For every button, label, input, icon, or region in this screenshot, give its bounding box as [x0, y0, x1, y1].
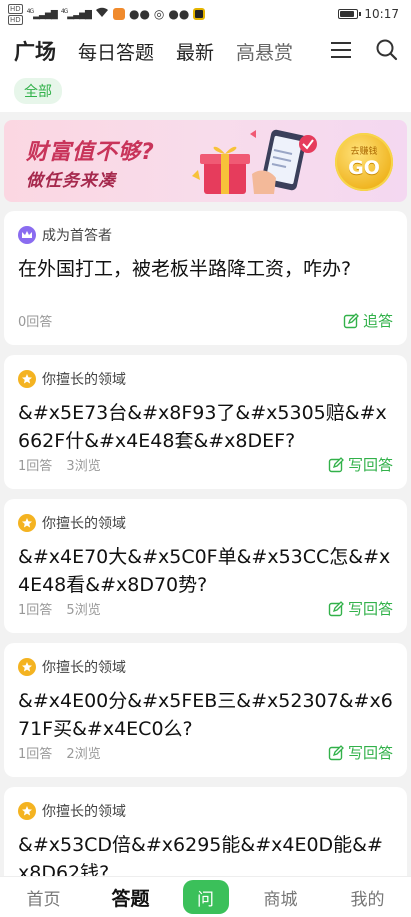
answer-count: 0回答	[18, 315, 53, 330]
card-tag: 你擅长的领域	[42, 804, 126, 820]
question-title[interactable]: &#x4E00分&#x5FEB三&#x52307&#x671F买&#x4EC0么…	[18, 687, 393, 743]
network-type-2: 4G	[60, 8, 69, 15]
go-label: GO	[348, 157, 380, 179]
view-count: 2浏览	[66, 747, 101, 762]
tab-high-reward[interactable]: 高悬赏	[236, 38, 293, 65]
promo-banner[interactable]: 财富值不够? 做任务来凑 去赚钱 GO	[4, 120, 407, 202]
question-card[interactable]: 你擅长的领域 &#x4E00分&#x5FEB三&#x52307&#x671F买&…	[4, 643, 407, 777]
answer-count: 1回答	[18, 603, 53, 618]
tab-daily-answer[interactable]: 每日答题	[78, 38, 154, 65]
nav-home[interactable]: 首页	[9, 885, 79, 910]
gift-phone-illustration	[190, 124, 330, 202]
question-card[interactable]: 你擅长的领域 &#x4E70大&#x5C0F单&#x53CC怎&#x4E48看&…	[4, 499, 407, 633]
question-title[interactable]: &#x4E70大&#x5C0F单&#x53CC怎&#x4E48看&#x8D70势…	[18, 543, 393, 599]
action-label: 写回答	[347, 744, 393, 762]
view-count: 5浏览	[66, 603, 101, 618]
banner-subline: 做任务来凑	[26, 171, 116, 191]
action-label: 写回答	[347, 456, 393, 474]
tab-latest[interactable]: 最新	[176, 38, 214, 65]
crown-icon	[18, 226, 36, 244]
bottom-nav: 首页 答题 问 商城 我的	[0, 876, 411, 917]
chat-icon: ●●	[168, 7, 190, 21]
card-tag: 成为首答者	[42, 228, 112, 244]
edit-icon	[328, 744, 344, 760]
battery-icon	[338, 9, 362, 19]
follow-answer-button[interactable]: 追答	[343, 310, 393, 331]
answer-count: 1回答	[18, 459, 53, 474]
card-tag: 你擅长的领域	[42, 660, 126, 676]
action-label: 追答	[362, 312, 393, 330]
nav-answer[interactable]: 答题	[96, 884, 166, 911]
star-icon	[18, 802, 36, 820]
action-label: 写回答	[347, 600, 393, 618]
app-notify-icon	[112, 8, 125, 20]
hd-badge-2: HD	[8, 14, 23, 25]
edit-icon	[328, 600, 344, 616]
app-notify-icon-3	[193, 8, 206, 20]
go-earn-label: 去赚钱	[350, 147, 378, 157]
hd-badge-1: HD	[8, 3, 23, 14]
question-card[interactable]: 你擅长的领域 &#x5E73台&#x8F93了&#x5305赔&#x662F什&…	[4, 355, 407, 489]
signal-icon-2: 4G▂▃▅▇	[60, 8, 92, 20]
network-type-1: 4G	[26, 8, 35, 15]
write-answer-button[interactable]: 写回答	[328, 598, 393, 619]
star-icon	[18, 370, 36, 388]
star-icon	[18, 514, 36, 532]
clock: 10:17	[364, 7, 399, 21]
search-icon[interactable]	[375, 36, 399, 64]
write-answer-button[interactable]: 写回答	[328, 742, 393, 763]
status-bar: HD HD 4G▂▃▅▇ 4G▂▃▅▇ ●● ◎ ●● 10:17	[0, 0, 411, 28]
nav-mine[interactable]: 我的	[333, 885, 403, 910]
filter-row: 全部	[0, 74, 411, 112]
nav-mall[interactable]: 商城	[246, 885, 316, 910]
write-answer-button[interactable]: 写回答	[328, 454, 393, 475]
tab-square[interactable]: 广场	[14, 36, 56, 66]
card-tag: 你擅长的领域	[42, 372, 126, 388]
nav-ask-button[interactable]: 问	[182, 880, 229, 914]
star-icon	[18, 658, 36, 676]
question-card[interactable]: 你擅长的领域 &#x53CD倍&#x6295能&#x4E0D能&#x8D62钱?	[4, 787, 407, 887]
question-card[interactable]: 成为首答者 在外国打工，被老板半路降工资，咋办? 0回答 追答	[4, 211, 407, 345]
answer-count: 1回答	[18, 747, 53, 762]
banner-headline: 财富值不够?	[26, 140, 155, 165]
wechat-icon: ●●	[128, 7, 150, 21]
menu-icon[interactable]	[329, 36, 353, 64]
go-earn-button[interactable]: 去赚钱 GO	[335, 133, 393, 191]
view-count: 3浏览	[66, 459, 101, 474]
app-notify-icon-2: ◎	[153, 7, 165, 21]
question-title[interactable]: 在外国打工，被老板半路降工资，咋办?	[18, 255, 393, 283]
edit-icon	[328, 456, 344, 472]
signal-icon-1: 4G▂▃▅▇	[26, 8, 58, 20]
wifi-icon	[95, 7, 109, 21]
question-title[interactable]: &#x5E73台&#x8F93了&#x5305赔&#x662F什&#x4E48套…	[18, 399, 393, 455]
edit-icon	[343, 312, 359, 328]
battery-level	[340, 11, 354, 17]
filter-chip-all[interactable]: 全部	[14, 78, 62, 104]
card-tag: 你擅长的领域	[42, 516, 126, 532]
top-nav: 广场 每日答题 最新 高悬赏	[0, 28, 411, 74]
